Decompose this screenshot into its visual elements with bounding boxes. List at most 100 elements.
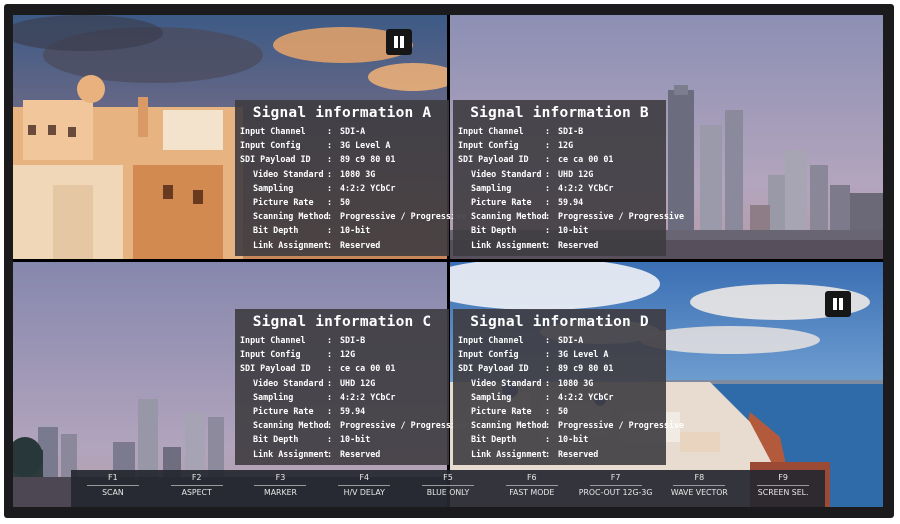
function-key-label: PROC-OUT 12G-3G: [578, 488, 653, 497]
row-label: Sampling: [253, 391, 294, 402]
row-label: Link Assignment: [253, 448, 329, 459]
row-label: Scanning Method: [471, 420, 547, 431]
row-label: Picture Rate: [471, 405, 532, 416]
row-separator: :: [327, 154, 333, 165]
row-label: Sampling: [253, 182, 294, 193]
row-separator: :: [327, 182, 333, 193]
row-label: Input Channel: [458, 126, 524, 136]
divider: [505, 485, 558, 486]
row-separator: :: [327, 448, 333, 459]
info-row: Scanning Method: Progressive / Progressiv…: [453, 418, 684, 432]
f1-scan-button[interactable]: F1 SCAN: [71, 470, 155, 507]
row-value: 50: [340, 196, 351, 207]
row-label: Bit Depth: [253, 225, 299, 236]
row-value: 3G Level A: [340, 140, 391, 151]
row-label: Sampling: [471, 391, 512, 402]
row-value: Reserved: [558, 448, 599, 459]
function-key-label: WAVE VECTOR: [670, 488, 728, 497]
function-key-label: ASPECT: [181, 488, 212, 497]
signal-info-panel-d: Signal information D Input Channel: SDI-A…: [453, 309, 684, 465]
row-separator: :: [545, 140, 551, 151]
row-label: Scanning Method: [253, 211, 329, 222]
row-value: 4:2:2 YCbCr: [558, 182, 614, 193]
row-label: Scanning Method: [253, 420, 329, 431]
row-separator: :: [545, 434, 551, 445]
row-separator: :: [327, 211, 333, 222]
panel-title: Signal information C: [252, 314, 432, 330]
f6-fast-mode-button[interactable]: F6 FAST MODE: [490, 470, 574, 507]
row-value: SDI-A: [558, 335, 584, 345]
info-row: Link Assignment: Reserved: [453, 447, 666, 461]
info-row: Video Standard:1080 3G: [235, 167, 449, 181]
row-label: Video Standard: [253, 377, 324, 388]
info-row: Input Config:3G Level A: [235, 138, 449, 152]
row-value: UHD 12G: [558, 168, 594, 179]
f5-blue-only-button[interactable]: F5 BLUE ONLY: [406, 470, 490, 507]
row-value: 59.94: [340, 405, 366, 416]
info-row: Link Assignment: Reserved: [235, 447, 449, 461]
row-separator: :: [545, 225, 551, 236]
row-label: Input Config: [458, 349, 519, 360]
info-row: Input Channel: SDI-B: [453, 124, 666, 138]
row-label: Input Channel: [240, 126, 306, 136]
row-label: Bit Depth: [471, 225, 517, 236]
row-label: Scanning Method: [471, 211, 547, 222]
function-key-number: F4: [359, 473, 370, 482]
info-row: Scanning Method: Progressive / Progressiv…: [453, 209, 684, 223]
row-value: ce ca 00 01: [340, 363, 396, 374]
row-value: Progressive / Progressive: [558, 420, 685, 431]
info-row: SDI Payload ID: ce ca 00 01: [453, 152, 666, 166]
pause-icon[interactable]: [825, 291, 851, 317]
row-separator: :: [545, 377, 551, 388]
row-value: 10-bit: [558, 225, 589, 236]
info-row: Scanning Method: Progressive / Progressiv…: [235, 418, 466, 432]
f8-wave-vector-button[interactable]: F8 WAVE VECTOR: [657, 470, 741, 507]
function-key-label: H/V DELAY: [343, 488, 385, 497]
row-value: Progressive / Progressive: [340, 420, 467, 431]
info-row: SDI Payload ID: ce ca 00 01: [235, 361, 449, 375]
row-label: Picture Rate: [253, 405, 314, 416]
divider: [589, 485, 642, 486]
info-row: Bit Depth:10-bit: [453, 223, 666, 237]
row-label: Link Assignment: [471, 239, 547, 250]
info-row: Sampling:4:2:2 YCbCr: [235, 390, 449, 404]
row-value: SDI-B: [340, 335, 366, 345]
row-value: ce ca 00 01: [558, 154, 614, 165]
info-row: Input Config:3G Level A: [453, 347, 666, 361]
row-value: 10-bit: [340, 225, 371, 236]
function-key-label: BLUE ONLY: [426, 488, 470, 497]
f3-marker-button[interactable]: F3 MARKER: [239, 470, 323, 507]
row-label: Input Config: [240, 140, 301, 151]
row-separator: :: [327, 420, 333, 431]
divider: [757, 485, 810, 486]
function-key-label: SCREEN SEL.: [757, 488, 809, 497]
pause-icon[interactable]: [386, 29, 412, 55]
info-row: Bit Depth:10-bit: [235, 223, 449, 237]
info-row: Bit Depth:10-bit: [453, 432, 666, 446]
f7-proc-out-button[interactable]: F7 PROC-OUT 12G-3G: [574, 470, 658, 507]
row-value: Reserved: [340, 239, 381, 250]
divider: [338, 485, 391, 486]
info-row: Sampling:4:2:2 YCbCr: [235, 181, 449, 195]
row-value: Reserved: [340, 448, 381, 459]
row-separator: :: [327, 140, 333, 151]
row-separator: :: [545, 211, 551, 222]
row-value: 4:2:2 YCbCr: [340, 391, 396, 402]
info-row: Input Config:12G: [453, 138, 666, 152]
row-separator: :: [545, 391, 551, 402]
info-row: Video Standard: UHD 12G: [453, 167, 666, 181]
f4-hv-delay-button[interactable]: F4 H/V DELAY: [322, 470, 406, 507]
f9-screen-sel-button[interactable]: F9 SCREEN SEL.: [741, 470, 825, 507]
row-value: Reserved: [558, 239, 599, 250]
row-label: Input Config: [240, 349, 301, 360]
f2-aspect-button[interactable]: F2 ASPECT: [155, 470, 239, 507]
function-key-label: MARKER: [263, 488, 297, 497]
row-label: Picture Rate: [471, 196, 532, 207]
row-value: 10-bit: [340, 434, 371, 445]
row-separator: :: [327, 434, 333, 445]
function-key-label: FAST MODE: [509, 488, 555, 497]
info-row: SDI Payload ID:89 c9 80 01: [453, 361, 666, 375]
function-key-number: F5: [443, 473, 453, 482]
panel-title: Signal information B: [470, 105, 649, 121]
row-separator: :: [545, 154, 551, 165]
